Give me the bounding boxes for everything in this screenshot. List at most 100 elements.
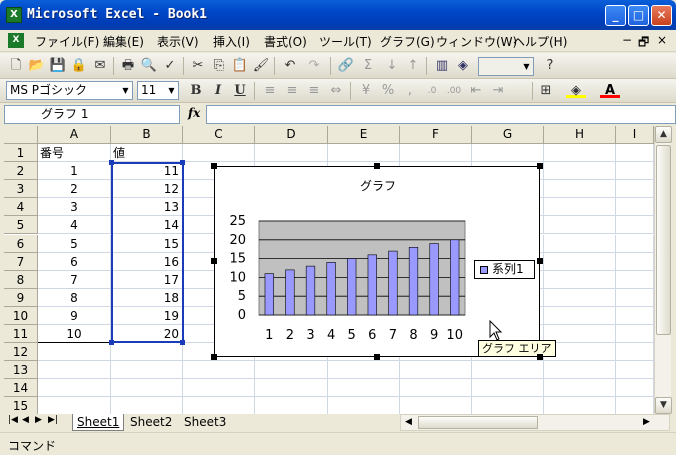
formula-input[interactable] [206,105,676,124]
cell-number[interactable]: 7 [38,270,111,289]
row-header[interactable]: 14 [4,379,38,398]
zoom-combo[interactable]: ▼ [478,57,534,76]
range-handle[interactable] [180,340,185,346]
cut-icon[interactable]: ✂ [188,56,208,76]
scroll-left-button[interactable]: ◀ [401,415,416,430]
doc-minimize-button[interactable]: − [622,33,632,47]
cell-number[interactable]: 2 [38,180,111,199]
cell[interactable] [472,397,544,414]
copy-icon[interactable]: ⎘ [209,56,229,76]
cell[interactable] [616,361,654,380]
column-header-f[interactable]: F [400,126,472,144]
cell[interactable] [544,397,616,414]
font-name-combo[interactable]: MS Pゴシック ▼ [6,81,133,100]
row-header[interactable]: 11 [4,325,38,344]
fill-color-icon[interactable]: ◈ [566,81,586,98]
row-header[interactable]: 6 [4,234,38,253]
comma-icon[interactable]: , [400,81,420,101]
column-header-g[interactable]: G [472,126,544,144]
cell[interactable] [111,379,183,398]
row-header[interactable]: 9 [4,288,38,307]
cell[interactable] [328,144,400,163]
cell[interactable] [472,144,544,163]
cell-number[interactable]: 8 [38,288,111,307]
paste-icon[interactable]: 📋 [230,56,250,76]
cell[interactable] [616,325,654,344]
cell[interactable] [255,361,328,380]
cell[interactable] [616,198,654,217]
column-header-b[interactable]: B [111,126,183,144]
cell[interactable] [544,180,616,199]
cell[interactable] [544,144,616,163]
cell[interactable] [544,162,616,181]
decrease-indent-icon[interactable]: ⇤ [466,81,486,101]
decrease-decimal-icon[interactable]: .00 [444,81,464,101]
cell-number[interactable]: 10 [38,325,111,344]
resize-handle-nw[interactable] [211,163,217,169]
cell[interactable] [111,361,183,380]
cell[interactable] [255,144,328,163]
cell[interactable] [38,379,111,398]
cell[interactable] [183,397,255,414]
currency-icon[interactable]: ¥ [356,81,376,101]
font-color-icon[interactable]: A [600,81,620,98]
new-icon[interactable]: 🗋 [6,56,26,76]
cell[interactable] [616,343,654,362]
cell[interactable] [616,234,654,253]
select-all-corner[interactable] [4,126,38,144]
cell[interactable] [400,379,472,398]
vertical-scrollbar[interactable]: ▲ ▼ [654,126,672,414]
menu-file[interactable]: ファイル(F) [35,33,99,50]
cell[interactable] [255,379,328,398]
first-sheet-button[interactable]: |◀ [8,415,18,425]
resize-handle-sw[interactable] [211,354,217,360]
chart-wizard-icon[interactable]: ▥ [432,56,452,76]
menu-tools[interactable]: ツール(T) [319,33,372,50]
cell-a1-header[interactable]: 番号 [38,144,111,163]
menu-edit[interactable]: 編集(E) [103,33,144,50]
spelling-icon[interactable]: ✓ [160,56,180,76]
hyperlink-icon[interactable]: 🔗 [336,56,356,76]
menu-chart[interactable]: グラフ(G) [380,33,435,50]
cell[interactable] [616,306,654,325]
cell[interactable] [616,144,654,163]
next-sheet-button[interactable]: ▶ [35,415,42,425]
range-handle[interactable] [180,160,185,166]
save-icon[interactable]: 💾 [48,56,68,76]
bold-button[interactable]: B [186,81,206,101]
chart-legend[interactable]: 系列1 [474,260,535,279]
percent-icon[interactable]: % [378,81,398,101]
sort-ascending-icon[interactable]: ↓ [382,56,402,76]
cell[interactable] [472,361,544,380]
cell[interactable] [616,180,654,199]
cell[interactable] [616,216,654,235]
cell[interactable] [616,288,654,307]
autosum-icon[interactable]: Σ [358,56,378,76]
scroll-right-button[interactable]: ▶ [639,415,654,430]
cell[interactable] [183,379,255,398]
doc-close-button[interactable]: × [657,33,667,47]
borders-icon[interactable]: ⊞ [536,81,556,101]
horizontal-scrollbar[interactable]: ◀ ▶ [400,414,670,431]
cell[interactable] [616,252,654,271]
print-preview-icon[interactable]: 🔍 [139,56,159,76]
cell[interactable] [544,234,616,253]
italic-button[interactable]: I [208,81,228,101]
row-header[interactable]: 8 [4,270,38,289]
cell-b1-header[interactable]: 値 [111,144,183,163]
name-box[interactable]: グラフ 1 [4,105,180,124]
scroll-up-button[interactable]: ▲ [655,126,672,143]
sheet-tab-sheet2[interactable]: Sheet2 [126,414,176,431]
menu-help[interactable]: ヘルプ(H) [513,33,567,50]
align-left-icon[interactable]: ≡ [260,81,280,101]
scroll-down-button[interactable]: ▼ [655,397,672,414]
cell[interactable] [400,397,472,414]
open-icon[interactable]: 📂 [27,56,47,76]
cell[interactable] [544,288,616,307]
column-header-a[interactable]: A [38,126,111,144]
increase-decimal-icon[interactable]: .0 [422,81,442,101]
cell-number[interactable]: 1 [38,162,111,181]
undo-icon[interactable]: ↶ [280,56,300,76]
cell[interactable] [111,343,183,362]
cell[interactable] [183,144,255,163]
